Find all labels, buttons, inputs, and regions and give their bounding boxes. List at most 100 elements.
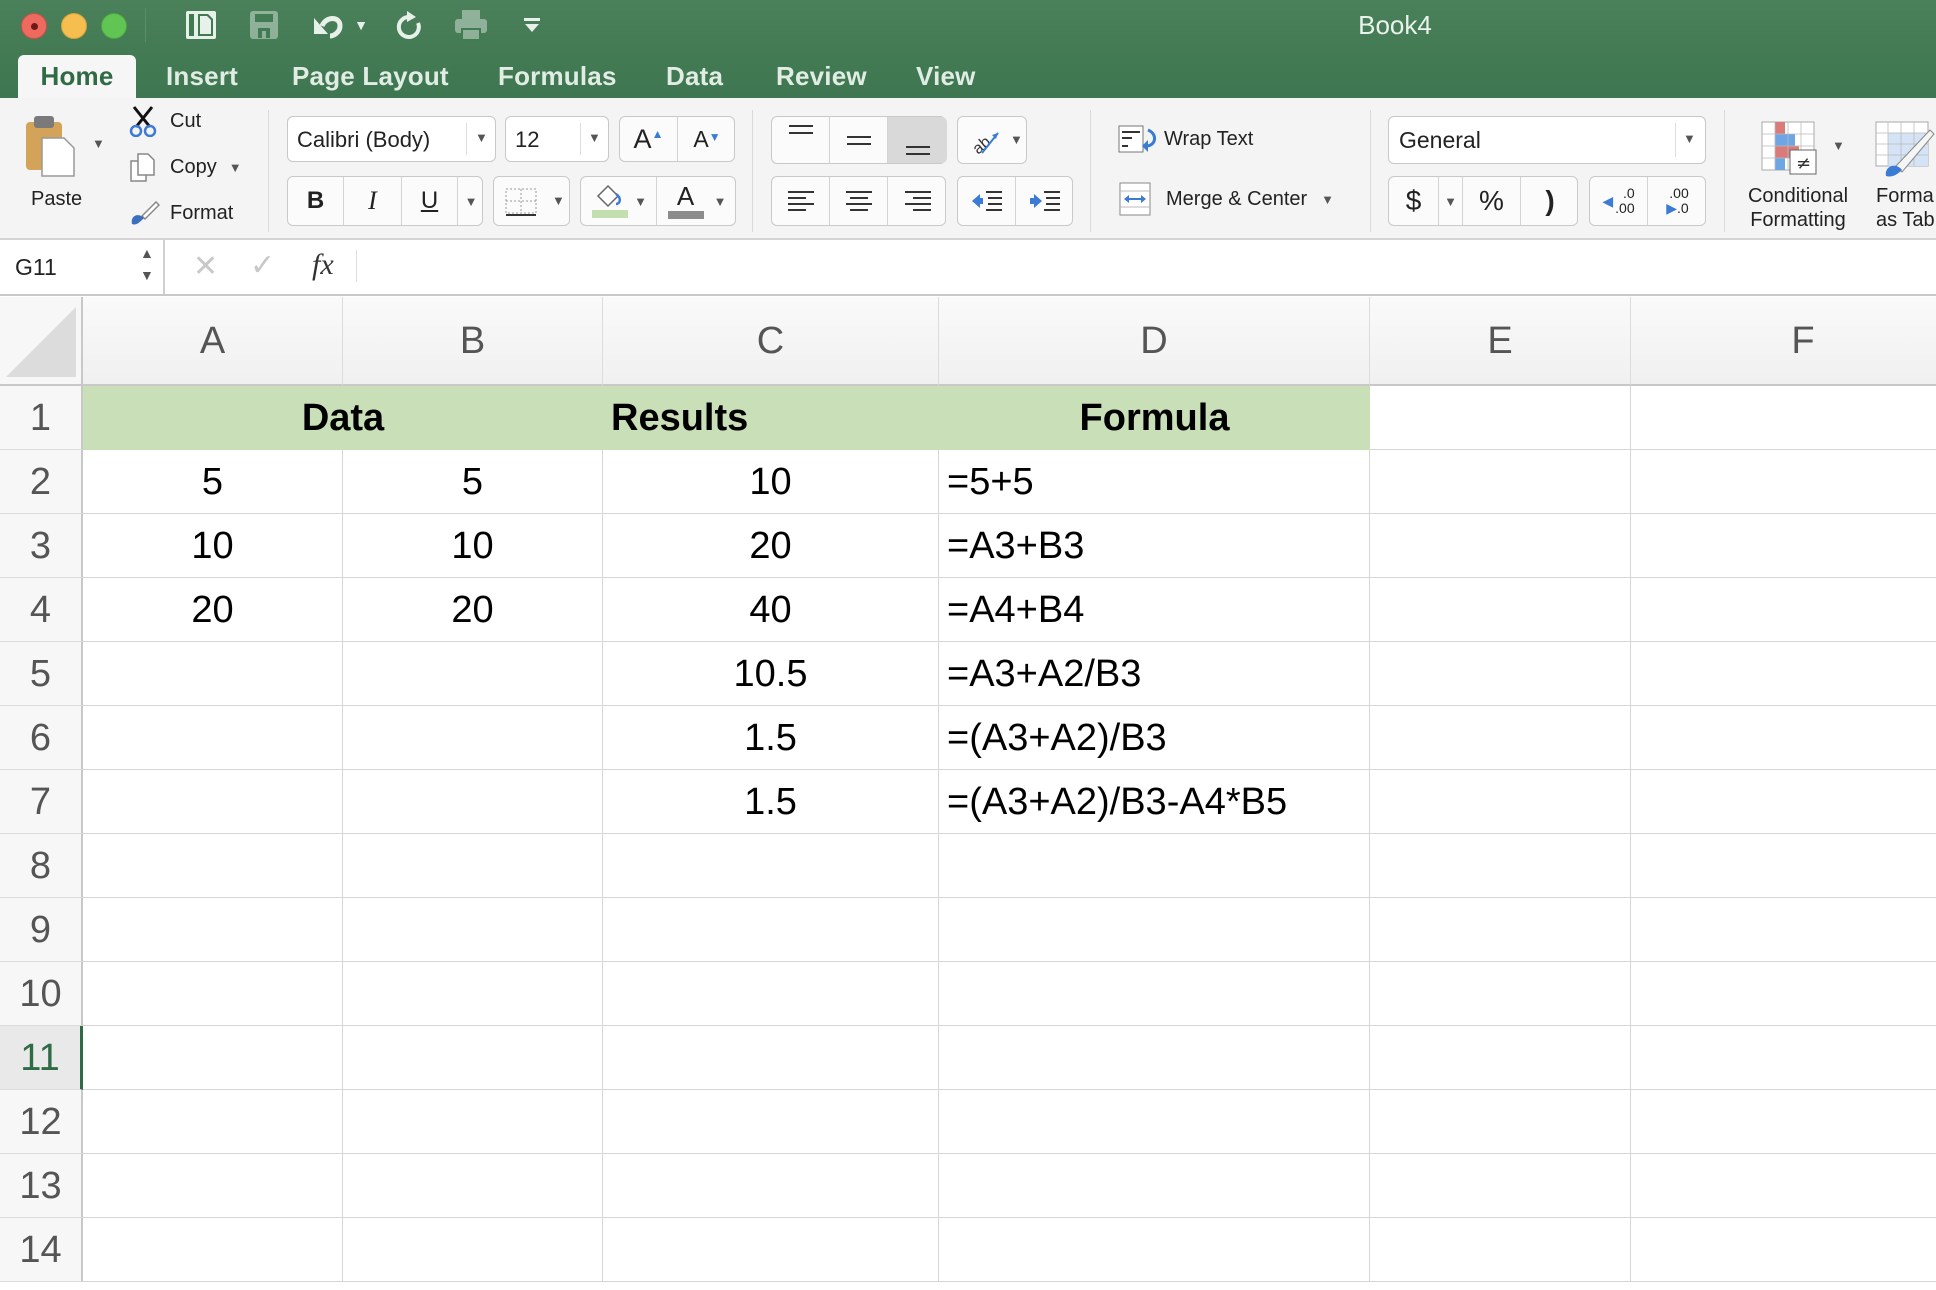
cell-c9[interactable] [603,898,939,962]
print-icon[interactable] [452,8,490,42]
cell-a11[interactable] [83,1026,343,1090]
font-name-dropdown-icon[interactable]: ▼ [475,130,488,145]
cell-a2[interactable]: 5 [83,450,343,514]
borders-button[interactable]: ▼ [493,176,570,226]
cell-a3[interactable]: 10 [83,514,343,578]
row-header-14[interactable]: 14 [0,1218,83,1282]
cell-c11[interactable] [603,1026,939,1090]
cell-b8[interactable] [343,834,603,898]
cell-d4[interactable]: =A4+B4 [939,578,1370,642]
tab-view[interactable]: View [916,55,976,98]
cell-b4[interactable]: 20 [343,578,603,642]
row-header-6[interactable]: 6 [0,706,83,770]
cell-f14[interactable] [1631,1218,1936,1282]
cut-button[interactable]: Cut [128,104,201,138]
cell-a9[interactable] [83,898,343,962]
cell-b5[interactable] [343,642,603,706]
enter-formula-icon[interactable]: ✓ [250,248,275,283]
cell-d14[interactable] [939,1218,1370,1282]
cell-c12[interactable] [603,1090,939,1154]
cell-e14[interactable] [1370,1218,1631,1282]
font-color-dropdown-icon[interactable]: ▼ [714,194,727,209]
cell-a8[interactable] [83,834,343,898]
cell-f9[interactable] [1631,898,1936,962]
orientation-dropdown-icon[interactable]: ▼ [1010,132,1023,147]
row-header-9[interactable]: 9 [0,898,83,962]
cell-c8[interactable] [603,834,939,898]
name-box[interactable]: G11 ▲ ▼ [0,240,165,294]
column-header-d[interactable]: D [939,297,1370,386]
cell-f5[interactable] [1631,642,1936,706]
cell-f13[interactable] [1631,1154,1936,1218]
cell-d10[interactable] [939,962,1370,1026]
orientation-button[interactable]: ab ▼ [957,116,1027,164]
cell-b7[interactable] [343,770,603,834]
cell-d13[interactable] [939,1154,1370,1218]
copy-button[interactable]: Copy ▼ [128,150,242,184]
conditional-formatting-dropdown-icon[interactable]: ▼ [1832,138,1845,153]
borders-dropdown-icon[interactable]: ▼ [552,193,565,208]
cell-e12[interactable] [1370,1090,1631,1154]
cell-b10[interactable] [343,962,603,1026]
copy-dropdown-icon[interactable]: ▼ [229,160,242,175]
cell-d8[interactable] [939,834,1370,898]
tab-review[interactable]: Review [776,55,867,98]
cell-a5[interactable] [83,642,343,706]
align-left-button[interactable] [772,177,830,225]
cell-e6[interactable] [1370,706,1631,770]
wrap-text-button[interactable]: Wrap Text [1118,120,1253,158]
increase-indent-button[interactable] [1016,177,1074,225]
increase-decimal-button[interactable]: ◀ .0 .00 [1590,177,1648,225]
format-as-table-button[interactable]: Forma as Tab [1870,120,1936,240]
name-box-down-icon[interactable]: ▼ [140,267,154,283]
cell-a10[interactable] [83,962,343,1026]
align-bottom-button[interactable] [888,117,947,163]
cell-b14[interactable] [343,1218,603,1282]
cell-f12[interactable] [1631,1090,1936,1154]
cell-a4[interactable]: 20 [83,578,343,642]
formula-input[interactable] [366,246,1926,288]
cell-d7[interactable]: =(A3+A2)/B3-A4*B5 [939,770,1370,834]
cell-d6[interactable]: =(A3+A2)/B3 [939,706,1370,770]
format-painter-button[interactable]: Format [128,196,233,230]
cell-f11[interactable] [1631,1026,1936,1090]
bold-button[interactable]: B [288,177,344,225]
cell-a7[interactable] [83,770,343,834]
increase-font-size-button[interactable]: A ▲ [620,117,678,161]
zoom-window-button[interactable] [101,13,127,39]
cell-d12[interactable] [939,1090,1370,1154]
font-color-button[interactable]: A ▼ [657,177,737,225]
paste-button[interactable]: ▼ [22,114,105,178]
column-header-f[interactable]: F [1631,297,1936,386]
cell-f1[interactable] [1631,386,1936,450]
redo-icon[interactable] [392,8,426,42]
cell-e7[interactable] [1370,770,1631,834]
cell-e10[interactable] [1370,962,1631,1026]
select-all-button[interactable] [0,297,83,386]
cell-e4[interactable] [1370,578,1631,642]
cell-e9[interactable] [1370,898,1631,962]
cell-b2[interactable]: 5 [343,450,603,514]
font-name-select[interactable]: Calibri (Body) ▼ [287,116,496,162]
row-header-8[interactable]: 8 [0,834,83,898]
cell-c4[interactable]: 40 [603,578,939,642]
row-header-4[interactable]: 4 [0,578,83,642]
insert-function-icon[interactable]: fx [312,248,334,282]
cell-a14[interactable] [83,1218,343,1282]
name-box-up-icon[interactable]: ▲ [140,245,154,261]
align-top-button[interactable] [772,117,830,163]
number-format-dropdown-icon[interactable]: ▼ [1683,131,1696,146]
cell-d3[interactable]: =A3+B3 [939,514,1370,578]
column-header-b[interactable]: B [343,297,603,386]
font-size-select[interactable]: 12 ▼ [505,116,609,162]
close-window-button[interactable] [21,13,47,39]
cell-a13[interactable] [83,1154,343,1218]
row-header-7[interactable]: 7 [0,770,83,834]
cell-b12[interactable] [343,1090,603,1154]
cell-e5[interactable] [1370,642,1631,706]
cell-e2[interactable] [1370,450,1631,514]
cancel-formula-icon[interactable]: ✕ [193,249,218,284]
cell-d5[interactable]: =A3+A2/B3 [939,642,1370,706]
undo-icon[interactable] [308,8,348,42]
cell-d11[interactable] [939,1026,1370,1090]
